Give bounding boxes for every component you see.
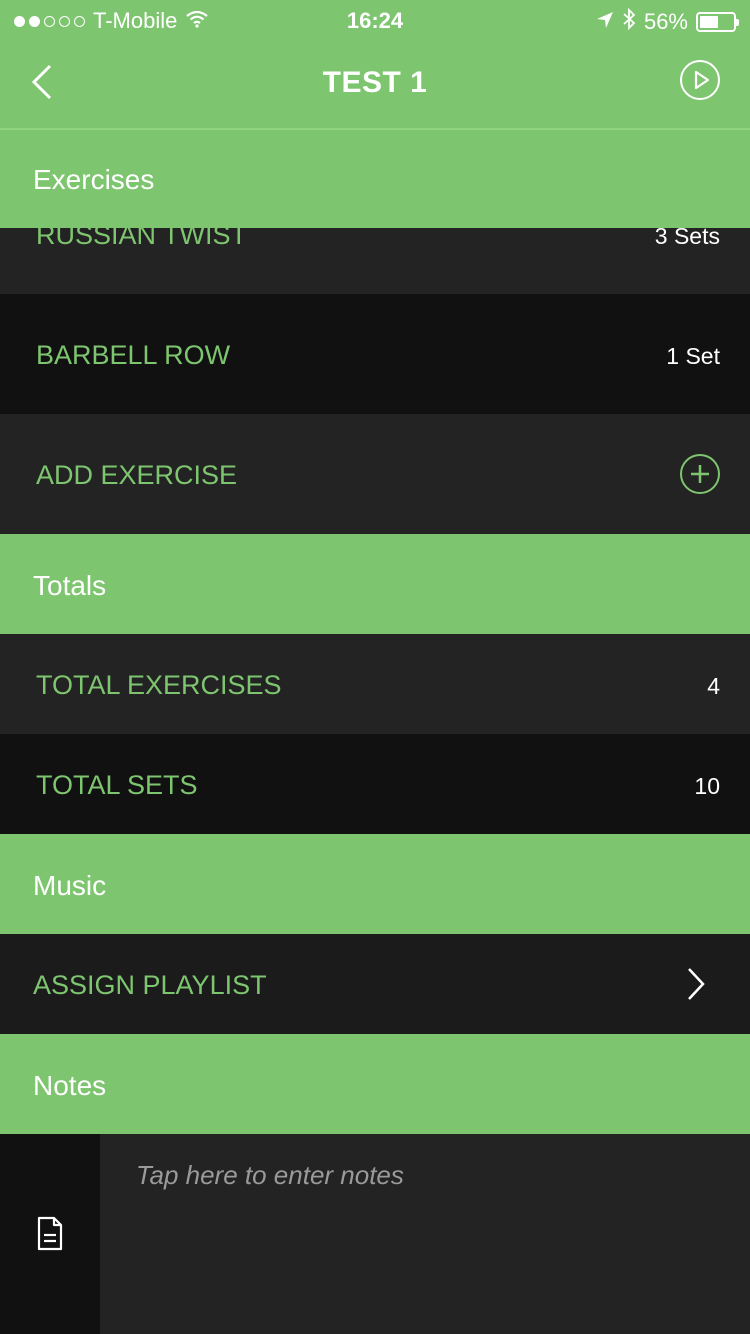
section-header-exercises: Exercises	[0, 130, 750, 228]
section-title: Exercises	[33, 164, 155, 195]
section-title: Totals	[33, 570, 107, 601]
add-exercise-label: ADD EXERCISE	[36, 460, 238, 490]
exercise-sets: 1 Set	[666, 343, 720, 369]
total-exercises-value: 4	[707, 673, 720, 699]
total-sets-value: 10	[694, 773, 720, 799]
chevron-right-icon	[686, 966, 706, 1002]
play-button[interactable]	[680, 60, 720, 100]
section-header-totals: Totals	[0, 534, 750, 634]
section-header-notes: Notes	[0, 1034, 750, 1134]
document-icon	[36, 1216, 64, 1252]
total-sets-label: TOTAL SETS	[36, 770, 198, 800]
add-exercise-row[interactable]: ADD EXERCISE	[0, 414, 750, 534]
status-bar: T-Mobile 16:24 56%	[0, 0, 750, 40]
page-title: TEST 1	[322, 66, 428, 99]
total-exercises-row: TOTAL EXERCISES 4	[0, 634, 750, 734]
header: T-Mobile 16:24 56% TEST 1	[0, 0, 750, 128]
bluetooth-icon	[622, 7, 636, 36]
battery-percent: 56%	[643, 9, 688, 34]
section-title: Music	[33, 870, 107, 901]
notes-placeholder[interactable]: Tap here to enter notes	[136, 1160, 404, 1191]
section-title: Notes	[33, 1070, 107, 1101]
location-icon	[596, 9, 614, 35]
total-exercises-label: TOTAL EXERCISES	[36, 670, 282, 700]
total-sets-row: TOTAL SETS 10	[0, 734, 750, 834]
section-header-music: Music	[0, 834, 750, 934]
exercise-row-barbell-row[interactable]: BARBELL ROW 1 Set	[0, 294, 750, 414]
plus-circle-icon[interactable]	[680, 454, 720, 494]
assign-playlist-row[interactable]: ASSIGN PLAYLIST	[0, 934, 750, 1034]
assign-playlist-label: ASSIGN PLAYLIST	[33, 970, 267, 1000]
battery-icon	[696, 12, 739, 32]
exercise-name: BARBELL ROW	[36, 340, 231, 370]
